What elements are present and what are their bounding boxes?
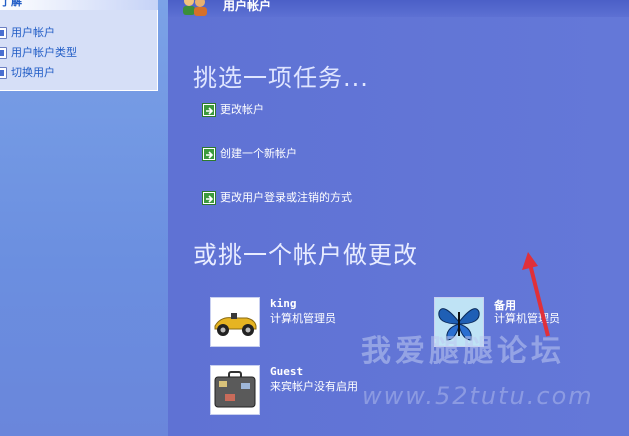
account-role: 来宾帐户没有启用 xyxy=(270,380,358,393)
pick-task-heading: 挑选一项任务... xyxy=(193,64,369,92)
account-role: 计算机管理员 xyxy=(270,312,336,325)
left-task-pane: 了解 用户帐户 用户帐户类型 切换用户 xyxy=(0,0,168,436)
green-arrow-icon xyxy=(202,147,216,161)
task-link-change-account[interactable]: 更改帐户 xyxy=(202,102,264,118)
task-link-create-account[interactable]: 创建一个新帐户 xyxy=(202,146,297,162)
learn-item-switch-user[interactable]: 切换用户 xyxy=(0,65,158,81)
main-content: 用户帐户 挑选一项任务... 更改帐户 创建一个新帐户 更改用户登录或注销的方式… xyxy=(168,0,629,436)
watermark-url: www.52tutu.com xyxy=(362,382,594,410)
help-topic-icon xyxy=(0,67,7,79)
help-topic-icon xyxy=(0,27,7,39)
learn-item-label: 用户帐户 xyxy=(11,26,55,39)
pick-account-heading: 或挑一个帐户做更改 xyxy=(193,241,418,269)
task-link-change-logon[interactable]: 更改用户登录或注销的方式 xyxy=(202,190,352,206)
account-name: king xyxy=(270,297,297,310)
learn-item-label: 切换用户 xyxy=(11,66,55,79)
learn-item-label: 用户帐户类型 xyxy=(11,46,77,59)
account-name: Guest xyxy=(270,365,304,378)
watermark-text: 我爱腿腿论坛 xyxy=(361,334,565,369)
learn-about-header[interactable]: 了解 xyxy=(0,0,158,10)
learn-about-box: 了解 用户帐户 用户帐户类型 切换用户 xyxy=(0,0,158,91)
learn-item-account-types[interactable]: 用户帐户类型 xyxy=(0,45,158,61)
green-arrow-icon xyxy=(202,191,216,205)
suitcase-icon xyxy=(210,365,260,415)
learn-item-user-accounts[interactable]: 用户帐户 xyxy=(0,25,158,41)
green-arrow-icon xyxy=(202,103,216,117)
task-link-label: 更改用户登录或注销的方式 xyxy=(220,191,352,204)
help-topic-icon xyxy=(0,47,7,59)
race-car-icon xyxy=(210,297,260,347)
task-link-label: 创建一个新帐户 xyxy=(220,147,297,160)
task-link-label: 更改帐户 xyxy=(220,103,264,116)
panel-title-bar: 用户帐户 xyxy=(168,0,629,17)
user-accounts-icon xyxy=(183,0,207,16)
panel-title: 用户帐户 xyxy=(223,0,272,13)
